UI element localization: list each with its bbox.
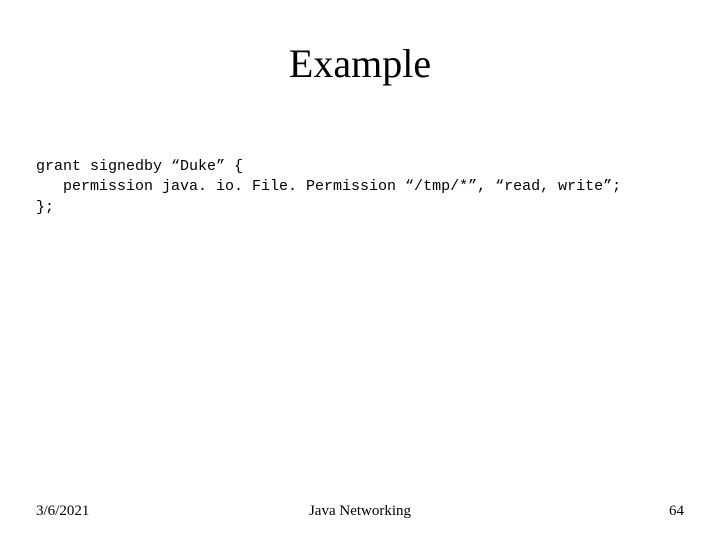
code-block: grant signedby “Duke” { permission java.… — [36, 157, 684, 218]
footer-page: 64 — [669, 503, 684, 520]
footer-date: 3/6/2021 — [36, 503, 89, 520]
slide-footer: 3/6/2021 Java Networking 64 — [36, 503, 684, 520]
slide-title: Example — [36, 40, 684, 87]
footer-topic: Java Networking — [36, 503, 684, 520]
slide: Example grant signedby “Duke” { permissi… — [0, 0, 720, 540]
